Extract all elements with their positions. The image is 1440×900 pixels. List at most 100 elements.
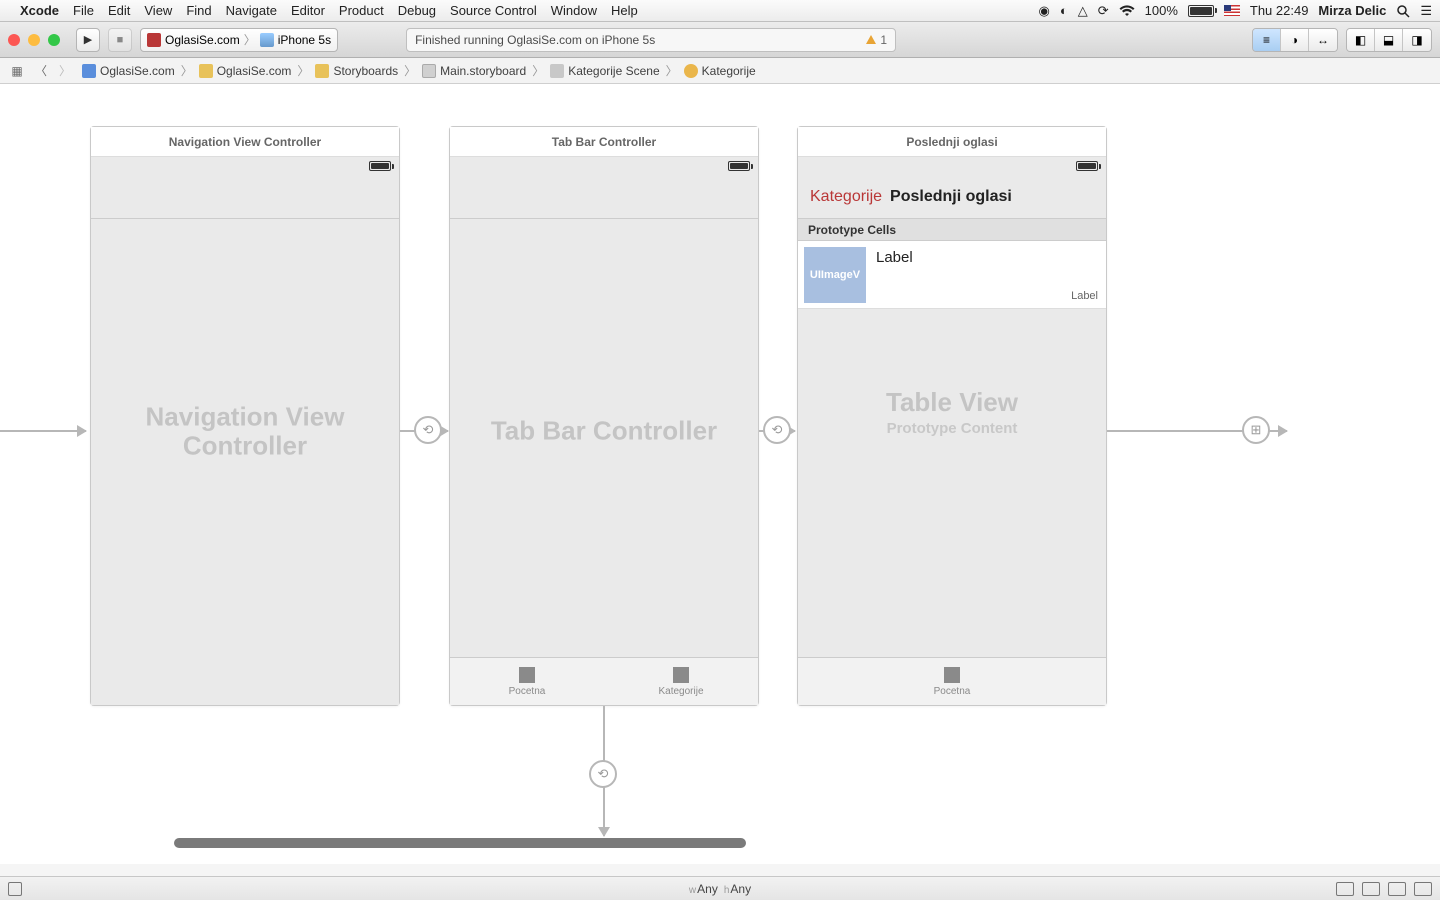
battery-icon xyxy=(369,161,391,171)
scheme-app-icon xyxy=(147,33,161,47)
notification-center-icon[interactable]: ☰ xyxy=(1420,3,1432,19)
vc-placeholder: Tab Bar Controller xyxy=(450,417,758,446)
crumb-project[interactable]: OglasiSe.com xyxy=(78,64,179,78)
resolve-issues-button[interactable] xyxy=(1388,882,1406,896)
cell-title-label[interactable]: Label xyxy=(876,249,913,302)
menu-file[interactable]: File xyxy=(73,3,94,18)
segue-node-embed[interactable]: ⊞ xyxy=(1242,416,1270,444)
warning-count: 1 xyxy=(880,33,887,47)
toggle-navigator-button[interactable]: ◧ xyxy=(1347,29,1375,51)
crumb-storyboard[interactable]: Main.storyboard xyxy=(418,64,530,78)
battery-icon xyxy=(728,161,750,171)
menu-source-control[interactable]: Source Control xyxy=(450,3,537,18)
canvas-bottom-bar: wAny hAny xyxy=(0,876,1440,900)
battery-percent[interactable]: 100% xyxy=(1145,3,1178,18)
menu-window[interactable]: Window xyxy=(551,3,597,18)
tab-item-pocetna[interactable]: Pocetna xyxy=(798,658,1106,705)
scheme-device-name: iPhone 5s xyxy=(278,33,331,47)
storyboard-canvas[interactable]: Navigation View Controller Navigation Vi… xyxy=(0,84,1440,864)
warning-icon xyxy=(866,35,876,44)
canvas-horizontal-scrollbar[interactable] xyxy=(174,838,746,848)
navigation-bar[interactable] xyxy=(450,175,758,219)
menu-navigate[interactable]: Navigate xyxy=(226,3,277,18)
drive-icon[interactable]: △ xyxy=(1078,3,1088,19)
tab-item-pocetna[interactable]: Pocetna xyxy=(450,658,604,705)
crumb-object[interactable]: Kategorije xyxy=(680,64,760,78)
resizing-button[interactable] xyxy=(1414,882,1432,896)
activity-viewer[interactable]: Finished running OglasiSe.com on iPhone … xyxy=(406,28,896,52)
warnings-indicator[interactable]: 1 xyxy=(866,33,887,47)
tab-item-kategorije[interactable]: Kategorije xyxy=(604,658,758,705)
tab-bar[interactable]: Pocetna xyxy=(798,657,1106,705)
toggle-debug-area-button[interactable]: ⬓ xyxy=(1375,29,1403,51)
wifi-icon[interactable] xyxy=(1119,5,1135,17)
layout-constraint-buttons xyxy=(1336,882,1432,896)
navigation-bar[interactable]: Kategorije Poslednji oglasi xyxy=(798,175,1106,219)
folder-icon xyxy=(199,64,213,78)
segue-node-relationship[interactable]: ⟲ xyxy=(763,416,791,444)
cell-imageview[interactable]: UIImageV xyxy=(804,247,866,303)
nav-back-button[interactable]: Kategorije xyxy=(810,188,882,206)
project-icon xyxy=(82,64,96,78)
window-minimize-button[interactable] xyxy=(28,34,40,46)
scheme-selector[interactable]: OglasiSe.com 〉 iPhone 5s xyxy=(140,28,338,52)
stop-button[interactable]: ■ xyxy=(108,28,132,52)
navigation-bar[interactable] xyxy=(91,175,399,219)
related-items-button[interactable]: ▦ xyxy=(6,61,28,81)
flag-icon[interactable] xyxy=(1224,5,1240,16)
scene-navigation-vc[interactable]: Navigation View Controller Navigation Vi… xyxy=(90,126,400,706)
menu-edit[interactable]: Edit xyxy=(108,3,130,18)
forward-button[interactable]: 〉 xyxy=(54,61,76,81)
jump-bar: ▦ 〈 〉 OglasiSe.com〉 OglasiSe.com〉 Storyb… xyxy=(0,58,1440,84)
run-button[interactable]: ▶ xyxy=(76,28,100,52)
scene-title[interactable]: Navigation View Controller xyxy=(91,127,399,157)
menu-editor[interactable]: Editor xyxy=(291,3,325,18)
menu-help[interactable]: Help xyxy=(611,3,638,18)
tableview-placeholder: Table View xyxy=(798,387,1106,418)
user-name[interactable]: Mirza Delic xyxy=(1318,3,1386,18)
window-zoom-button[interactable] xyxy=(48,34,60,46)
menu-product[interactable]: Product xyxy=(339,3,384,18)
size-class-control[interactable]: wAny hAny xyxy=(689,882,751,896)
crumb-folder-2[interactable]: Storyboards xyxy=(311,64,402,78)
status-bar xyxy=(91,157,399,175)
app-name[interactable]: Xcode xyxy=(20,3,59,18)
crumb-scene[interactable]: Kategorije Scene xyxy=(546,64,663,78)
dnd-icon[interactable]: ◐ xyxy=(1060,3,1068,18)
clock[interactable]: Thu 22:49 xyxy=(1250,3,1309,18)
cell-detail-label[interactable]: Label xyxy=(1071,290,1098,302)
scene-title[interactable]: Poslednji oglasi xyxy=(798,127,1106,157)
scene-tabbar-vc[interactable]: Tab Bar Controller Tab Bar Controller Po… xyxy=(449,126,759,706)
version-editor-button[interactable]: ↔ xyxy=(1309,29,1337,51)
segue-node-down[interactable]: ⟲ xyxy=(589,760,617,788)
scene-poslednji-oglasi[interactable]: Poslednji oglasi Kategorije Poslednji og… xyxy=(797,126,1107,706)
nav-title[interactable]: Poslednji oglasi xyxy=(890,188,1012,206)
object-icon xyxy=(684,64,698,78)
standard-editor-button[interactable]: ≡ xyxy=(1253,29,1281,51)
window-toolbar: ▶ ■ OglasiSe.com 〉 iPhone 5s Finished ru… xyxy=(0,22,1440,58)
segue-node-root[interactable]: ⟲ xyxy=(414,416,442,444)
initial-vc-arrow[interactable] xyxy=(0,430,86,432)
back-button[interactable]: 〈 xyxy=(30,61,52,81)
prototype-cell[interactable]: UIImageV Label Label xyxy=(798,241,1106,309)
viber-icon[interactable]: ◉ xyxy=(1039,3,1050,19)
tab-bar[interactable]: Pocetna Kategorije xyxy=(450,657,758,705)
document-outline-toggle[interactable] xyxy=(8,882,22,896)
status-bar xyxy=(798,157,1106,175)
menu-view[interactable]: View xyxy=(144,3,172,18)
panel-toggle-segmented: ◧ ⬓ ◨ xyxy=(1346,28,1432,52)
align-button[interactable] xyxy=(1336,882,1354,896)
crumb-folder-1[interactable]: OglasiSe.com xyxy=(195,64,296,78)
assistant-editor-button[interactable]: ◑ xyxy=(1281,29,1309,51)
sync-icon[interactable]: ⟳ xyxy=(1098,3,1109,19)
vc-placeholder: Navigation View Controller xyxy=(91,402,399,459)
pin-button[interactable] xyxy=(1362,882,1380,896)
menu-debug[interactable]: Debug xyxy=(398,3,436,18)
tableview-placeholder-sub: Prototype Content xyxy=(798,420,1106,437)
scene-title[interactable]: Tab Bar Controller xyxy=(450,127,758,157)
spotlight-icon[interactable] xyxy=(1396,4,1410,18)
menu-find[interactable]: Find xyxy=(186,3,211,18)
window-close-button[interactable] xyxy=(8,34,20,46)
battery-icon[interactable] xyxy=(1188,5,1214,17)
toggle-utilities-button[interactable]: ◨ xyxy=(1403,29,1431,51)
